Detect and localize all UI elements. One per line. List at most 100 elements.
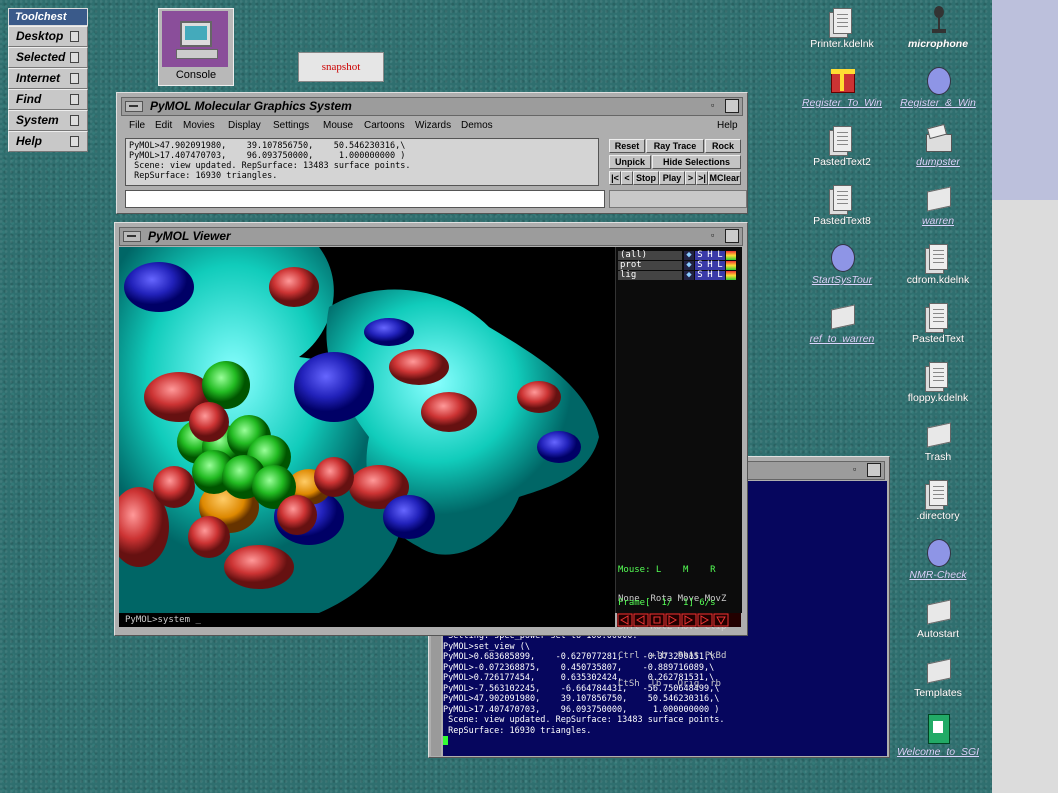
window-menu-icon[interactable] [123,231,141,242]
toolchest-selected[interactable]: Selected [8,47,88,68]
end-icon[interactable] [697,613,713,627]
desktop-icon-dumpster[interactable]: dumpster [890,122,986,168]
toolchest-help-label: Help [16,134,43,148]
object-l-button[interactable]: L [715,261,725,270]
object-l-button[interactable]: L [715,251,725,260]
desktop-icon-label: Templates [914,687,962,699]
toolchest-internet[interactable]: Internet [8,68,88,89]
object-row[interactable]: prot ◆ S H L [618,261,738,270]
menu-demos[interactable]: Demos [461,120,493,131]
play-button[interactable]: Play [659,171,685,185]
window-menu-icon[interactable] [125,101,143,112]
desktop-icon-pastedtext[interactable]: PastedText [890,299,986,345]
object-h-button[interactable]: H [705,261,715,270]
log-line: PyMOL>47.902091980, 39.107856750, 50.546… [129,141,406,151]
action-icon[interactable]: ◆ [684,261,694,270]
stop-button[interactable]: Stop [633,171,659,185]
color-icon[interactable] [726,271,736,280]
minimize-icon[interactable]: ▫ [853,465,862,474]
desktop-icon-printer-kdelnk[interactable]: Printer.kdelnk [794,4,890,50]
desktop-icon-register-to-win[interactable]: Register_To_Win [794,63,890,109]
color-icon[interactable] [726,251,736,260]
desktop-icon--directory[interactable]: .directory [890,476,986,522]
toolchest-find[interactable]: Find [8,89,88,110]
object-s-button[interactable]: S [695,271,705,280]
desktop-icon-welcome-to-sgi[interactable]: Welcome_to_SGI [890,712,986,758]
object-name[interactable]: lig [618,271,682,280]
desktop-icon-autostart[interactable]: Autostart [890,594,986,640]
object-name[interactable]: prot [618,261,682,270]
action-icon[interactable]: ◆ [684,271,694,280]
object-h-button[interactable]: H [705,251,715,260]
maximize-icon[interactable] [725,229,739,243]
object-row[interactable]: lig ◆ S H L [618,271,738,280]
folder-icon [924,653,952,687]
maximize-icon[interactable] [725,99,739,113]
pymol-main-titlebar[interactable]: PyMOL Molecular Graphics System ▫ [121,97,743,116]
desktop-icon-pastedtext2[interactable]: PastedText2 [794,122,890,168]
minimize-icon[interactable]: ▫ [711,231,720,240]
gift-box-icon [828,63,856,97]
rewind-button[interactable]: |< [609,171,621,185]
toolchest-help[interactable]: Help [8,131,88,152]
mclear-button[interactable]: MClear [708,171,741,185]
unpick-button[interactable]: Unpick [609,155,651,169]
ray-trace-button[interactable]: Ray Trace [646,139,704,153]
pymol-viewer-titlebar[interactable]: PyMOL Viewer ▫ [119,227,743,246]
menu-file[interactable]: File [129,120,145,131]
menu-help[interactable]: Help [717,120,738,131]
submenu-icon [70,52,79,63]
submenu-icon [70,136,79,147]
menu-edit[interactable]: Edit [155,120,172,131]
object-row[interactable]: (all) ◆ S H L [618,251,738,260]
menu-settings[interactable]: Settings [273,120,309,131]
object-l-button[interactable]: L [715,271,725,280]
desktop-icon-microphone[interactable]: microphone [890,4,986,50]
desktop-icon-label: warren [921,215,955,227]
forward-icon[interactable] [681,613,697,627]
object-s-button[interactable]: S [695,251,705,260]
minimize-icon[interactable]: ▫ [711,101,720,110]
object-s-button[interactable]: S [695,261,705,270]
menu-cartoons[interactable]: Cartoons [364,120,405,131]
end-button[interactable]: >| [696,171,708,185]
desktop-icon-ref-to-warren[interactable]: ref_to_warren [794,299,890,345]
back-button[interactable]: < [621,171,633,185]
menu-wizards[interactable]: Wizards [415,120,451,131]
desktop-icon-cdrom-kdelnk[interactable]: cdrom.kdelnk [890,240,986,286]
object-h-button[interactable]: H [705,271,715,280]
menu-display[interactable]: Display [228,120,261,131]
hide-selections-button[interactable]: Hide Selections [652,155,741,169]
stop-icon[interactable] [649,613,665,627]
desktop-icon-floppy-kdelnk[interactable]: floppy.kdelnk [890,358,986,404]
toolchest-desktop[interactable]: Desktop [8,26,88,47]
reset-button[interactable]: Reset [609,139,645,153]
desktop-icon-templates[interactable]: Templates [890,653,986,699]
color-icon[interactable] [726,261,736,270]
snapshot-button[interactable]: snapshot [298,52,384,82]
object-control-panel: (all) ◆ S H Lprot ◆ S H Llig ◆ S H L Mouse: L M R No… [615,247,742,689]
rock-button[interactable]: Rock [705,139,741,153]
desktop-icon-trash[interactable]: Trash [890,417,986,463]
console-icon-button[interactable]: Console [158,8,234,86]
menu-movies[interactable]: Movies [183,120,215,131]
molecule-viewport[interactable] [119,247,615,613]
document-icon [924,240,952,274]
desktop-icon-label: Printer.kdelnk [810,38,874,50]
desktop-icon-warren[interactable]: warren [890,181,986,227]
pymol-viewer-window: PyMOL Viewer ▫ (all) ◆ S H L prot ◆ S H … [114,222,748,689]
menu-mouse[interactable]: Mouse [323,120,353,131]
maximize-icon[interactable] [867,463,881,477]
object-name[interactable]: (all) [618,251,682,260]
desktop-icon-label: Autostart [916,628,960,640]
play-icon[interactable] [665,613,681,627]
desktop-icon-nmr-check[interactable]: NMR-Check [890,535,986,581]
desktop-icon-pastedtext8[interactable]: PastedText8 [794,181,890,227]
desktop-icon-startsystour[interactable]: StartSysTour [794,240,890,286]
action-icon[interactable]: ◆ [684,251,694,260]
pymol-command-input[interactable] [125,190,605,208]
toolchest-system[interactable]: System [8,110,88,131]
viewer-command-line[interactable]: PyMOL>system _ [119,613,615,627]
forward-button[interactable]: > [685,171,696,185]
desktop-icon-register-win[interactable]: Register_&_Win [890,63,986,109]
